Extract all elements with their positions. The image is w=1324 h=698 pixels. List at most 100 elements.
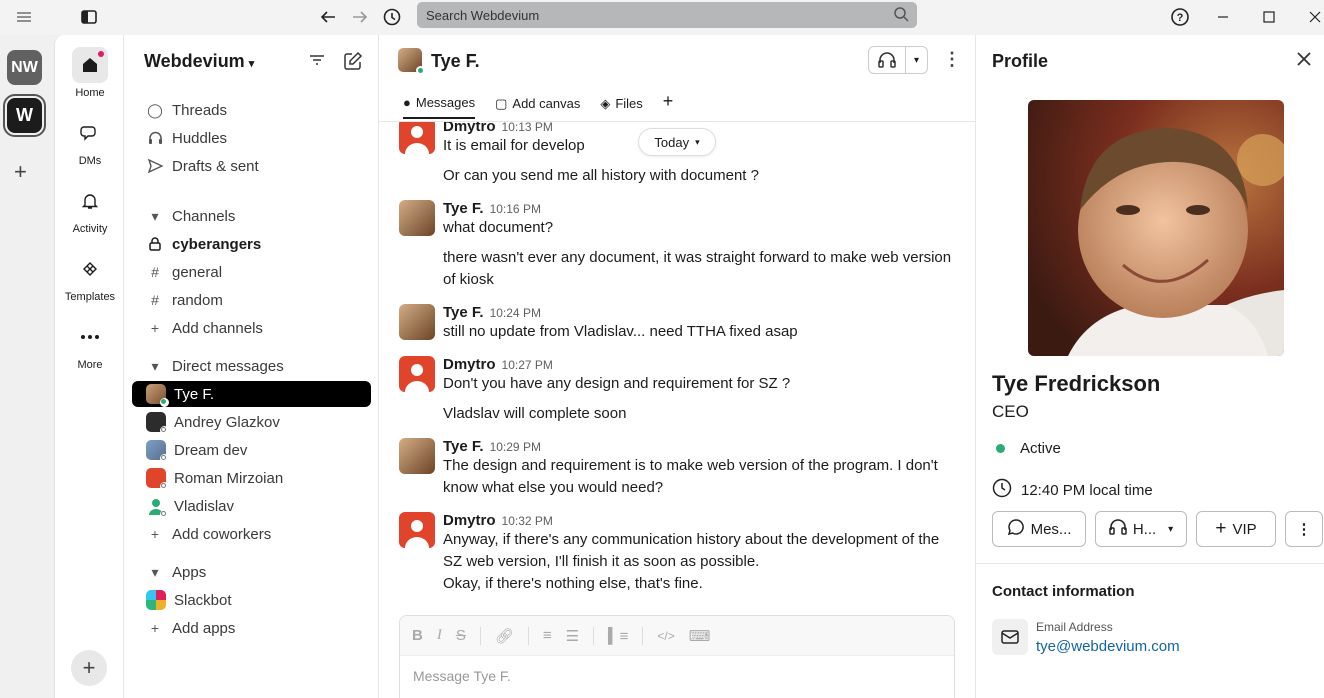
tab-label: Add canvas xyxy=(512,96,581,111)
email-link[interactable]: tye@webdevium.com xyxy=(1036,638,1180,655)
code-block-icon[interactable]: ⌨ xyxy=(689,627,711,645)
more-dots-icon xyxy=(72,319,108,355)
add-channels-button[interactable]: + Add channels xyxy=(132,315,371,341)
history-clock-icon[interactable] xyxy=(379,4,405,30)
nav-home[interactable]: Home xyxy=(55,47,125,99)
search-icon xyxy=(893,6,909,27)
nav-activity[interactable]: Activity xyxy=(55,183,125,235)
message-text: The design and requirement is to make we… xyxy=(443,457,938,496)
sidebar-item-vladislav[interactable]: Vladislav xyxy=(132,493,371,519)
create-new-button[interactable]: + xyxy=(71,650,107,686)
nav-more[interactable]: More xyxy=(55,319,125,371)
message-author[interactable]: Tye F. 10:24 PM xyxy=(443,304,541,321)
forward-arrow-icon[interactable] xyxy=(347,4,373,30)
nav-dms[interactable]: DMs xyxy=(55,115,125,167)
sidebar-item-label: random xyxy=(172,291,223,309)
avatar[interactable] xyxy=(399,512,435,548)
conversation-title[interactable]: Tye F. xyxy=(431,51,480,72)
sidebar-item-general[interactable]: # general xyxy=(132,259,371,285)
date-divider-pill[interactable]: Today ▾ xyxy=(638,128,716,156)
channels-section-header[interactable]: ▾ Channels xyxy=(132,203,371,229)
avatar[interactable] xyxy=(399,438,435,474)
huddle-button[interactable]: H... ▾ xyxy=(1095,511,1187,547)
bulleted-list-icon[interactable]: ☰ xyxy=(566,627,579,645)
sidebar-item-threads[interactable]: ◯ Threads xyxy=(132,97,371,123)
sidebar-item-roman-mirzoian[interactable]: Roman Mirzoian xyxy=(132,465,371,491)
nav-templates[interactable]: Templates xyxy=(55,251,125,303)
sidebar-item-label: Tye F. xyxy=(174,385,215,403)
avatar[interactable] xyxy=(399,200,435,236)
close-icon[interactable] xyxy=(1296,51,1312,72)
strikethrough-icon[interactable]: S xyxy=(456,627,466,644)
code-icon[interactable]: </> xyxy=(657,629,674,643)
dms-icon xyxy=(72,115,108,151)
toolbar-divider xyxy=(642,626,644,645)
close-window-icon[interactable] xyxy=(1302,4,1324,30)
add-tab-button[interactable]: + xyxy=(663,91,674,119)
message-author[interactable]: Tye F. 10:29 PM xyxy=(443,438,541,455)
sidebar-item-tye-f[interactable]: Tye F. xyxy=(132,381,371,407)
workspace-nw[interactable]: NW xyxy=(7,50,42,85)
message-button[interactable]: Mes... xyxy=(992,511,1086,547)
avatar xyxy=(146,496,169,519)
link-icon[interactable]: 🔗︎ xyxy=(495,627,514,645)
sidebar-item-huddles[interactable]: Huddles xyxy=(132,125,371,151)
ordered-list-icon[interactable]: ≡ xyxy=(543,627,552,644)
workspace-webdevium[interactable]: W xyxy=(3,94,46,137)
sidebar-item-label: Slackbot xyxy=(174,591,232,609)
add-apps-button[interactable]: + Add apps xyxy=(132,615,371,641)
sidebar-item-drafts[interactable]: Drafts & sent xyxy=(132,153,371,179)
chevron-down-icon[interactable]: ▾ xyxy=(905,47,927,73)
caret-down-icon: ▾ xyxy=(151,357,159,374)
tab-messages[interactable]: ● Messages xyxy=(403,95,476,119)
sidebar-toggle-icon[interactable] xyxy=(76,4,102,30)
tab-add-canvas[interactable]: ▢ Add canvas xyxy=(495,95,580,119)
bold-icon[interactable]: B xyxy=(412,627,423,644)
nav-rail: Home DMs Activity Templates More + xyxy=(54,35,124,698)
apps-section-header[interactable]: ▾ Apps xyxy=(132,559,371,585)
search-bar[interactable]: Search Webdevium xyxy=(417,2,917,28)
dm-section-header[interactable]: ▾ Direct messages xyxy=(132,353,371,379)
more-options-button[interactable]: ⋮ xyxy=(1285,511,1323,547)
message: Tye F. 10:24 PM still no update from Vlad… xyxy=(399,304,959,354)
home-icon xyxy=(72,47,108,83)
more-options-icon[interactable]: ⋮ xyxy=(943,49,961,70)
sidebar-item-dream-dev[interactable]: Dream dev xyxy=(132,437,371,463)
vip-button[interactable]: + VIP xyxy=(1196,511,1276,547)
tab-files[interactable]: ◈ Files xyxy=(600,95,642,119)
add-workspace-icon[interactable]: + xyxy=(14,159,27,185)
maximize-icon[interactable] xyxy=(1256,4,1282,30)
avatar[interactable] xyxy=(399,122,435,154)
sidebar-item-andrey-glazkov[interactable]: Andrey Glazkov xyxy=(132,409,371,435)
message-author[interactable]: Dmytro 10:27 PM xyxy=(443,356,553,373)
avatar[interactable] xyxy=(399,304,435,340)
sidebar-item-label: Threads xyxy=(172,101,228,119)
message-author[interactable]: Dmytro 10:32 PM xyxy=(443,512,553,529)
files-stack-icon: ◈ xyxy=(600,95,611,111)
sidebar-item-random[interactable]: # random xyxy=(132,287,371,313)
avatar[interactable] xyxy=(399,356,435,392)
toolbar-divider xyxy=(593,626,595,645)
back-arrow-icon[interactable] xyxy=(315,4,341,30)
huddle-button[interactable]: ▾ xyxy=(868,46,928,74)
filter-icon[interactable] xyxy=(308,51,326,74)
help-icon[interactable]: ? xyxy=(1167,4,1193,30)
hash-icon: # xyxy=(151,292,159,308)
hamburger-menu-icon[interactable] xyxy=(11,4,37,30)
blockquote-icon[interactable]: ▍≡ xyxy=(608,627,628,645)
add-coworkers-button[interactable]: + Add coworkers xyxy=(132,521,371,547)
sidebar-item-cyberangers[interactable]: cyberangers xyxy=(132,231,371,257)
message-input[interactable]: Message Tye F. xyxy=(413,668,511,684)
sidebar-item-slackbot[interactable]: Slackbot xyxy=(132,587,371,613)
minimize-icon[interactable] xyxy=(1210,4,1236,30)
workspace-name-button[interactable]: Webdevium ▾ xyxy=(144,51,254,72)
avatar xyxy=(146,440,169,463)
compose-icon[interactable] xyxy=(343,51,363,76)
profile-title: CEO xyxy=(992,402,1029,421)
toolbar-divider xyxy=(479,626,481,645)
message-bubble-icon: ● xyxy=(403,95,411,110)
conversation-header: Tye F. ▾ ⋮ ● Messages ▢ Add canvas ◈ Files … xyxy=(379,35,975,122)
message-author[interactable]: Tye F. 10:16 PM xyxy=(443,200,541,217)
message-author[interactable]: Dmytro 10:13 PM xyxy=(443,122,553,135)
italic-icon[interactable]: I xyxy=(437,627,442,644)
